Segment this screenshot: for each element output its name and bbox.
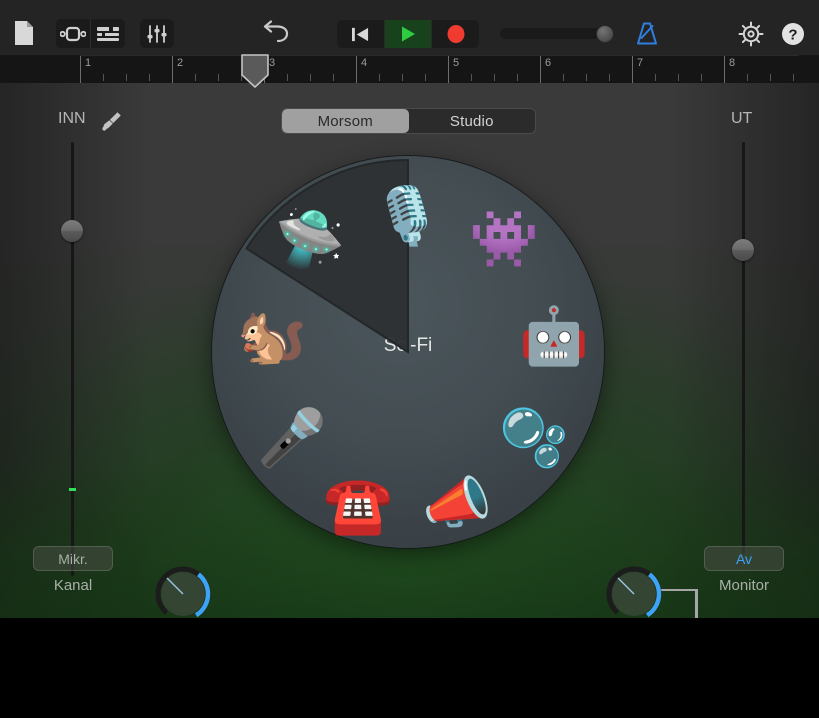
monitor-label: Monitor [718,577,770,594]
monitor-button[interactable]: Av [704,546,784,571]
telephone-preset[interactable]: ☎️ [319,466,397,544]
timeline-ruler[interactable]: 1 2 3 4 5 6 7 8 + [0,55,819,134]
ufo-preset[interactable]: 🛸 [271,200,349,278]
chipmunk-preset[interactable]: 🐿️ [233,297,311,375]
record-icon[interactable] [432,20,479,48]
track-view-icon[interactable] [91,19,125,48]
ruler-bar: 2 [172,56,183,84]
input-fader-handle[interactable] [61,220,83,242]
gear-icon[interactable] [738,20,764,47]
ruler-bar: 7 [632,56,643,84]
master-volume-handle[interactable] [596,25,614,43]
transport-controls [337,20,479,48]
tab-morsom[interactable]: Morsom [282,109,409,133]
tab-studio[interactable]: Studio [409,109,536,133]
goldmic-preset[interactable]: 🎤 [253,399,331,477]
preset-category-tabs: Morsom Studio [281,108,536,134]
input-channel-label: Kanal [53,577,93,594]
undo-icon[interactable] [262,20,289,46]
garageband-window: ? 1 2 3 4 5 6 7 8 + [0,0,819,718]
ruler-bar: 6 [540,56,551,84]
cable-pitch-horizontal [659,589,697,591]
mixer-icon[interactable] [140,19,174,48]
output-fader-track[interactable] [742,142,745,554]
loop-browser-icon[interactable] [56,19,90,48]
pitch-knob[interactable]: Pitch [604,564,664,618]
file-icon[interactable] [12,20,36,46]
input-fader-track[interactable] [71,142,74,576]
tone-knob[interactable]: Tone [153,564,213,618]
playhead[interactable] [241,54,269,88]
ruler-track[interactable]: 1 2 3 4 5 6 7 8 [80,55,799,84]
studio-mic-preset[interactable]: 🎙️ [368,177,446,255]
monster-preset[interactable]: 👾 [465,200,543,278]
view-toggle-group [56,19,125,48]
play-icon[interactable] [384,20,432,48]
input-level-indicator [69,488,76,491]
output-label: UT [731,110,753,127]
bubbles-preset[interactable]: 🫧 [495,399,573,477]
ruler-bar: 8 [724,56,735,84]
vocal-effects-wheel[interactable]: Sci-Fi 🛸 👾 🤖 🫧 📣 ☎️ 🎤 🐿️ 🎙️ [212,156,604,548]
ruler-bar: 4 [356,56,367,84]
left-shade [0,83,150,618]
robot-preset[interactable]: 🤖 [515,297,593,375]
toolbar: ? [0,0,819,55]
megaphone-preset[interactable]: 📣 [418,464,496,542]
rewind-icon[interactable] [337,20,384,48]
ruler-bar: 5 [448,56,459,84]
input-label: INN [58,110,86,127]
svg-text:?: ? [788,27,797,44]
output-fader-handle[interactable] [732,239,754,261]
help-icon[interactable]: ? [781,22,805,46]
input-channel-button[interactable]: Mikr. [33,546,113,571]
ruler-bar: 1 [80,56,91,84]
instrument-jack-icon [101,110,123,132]
metronome-icon[interactable] [634,21,660,47]
vocal-effects-panel: Morsom Studio INN Mikr. Kanal UT Av Moni… [0,83,819,618]
